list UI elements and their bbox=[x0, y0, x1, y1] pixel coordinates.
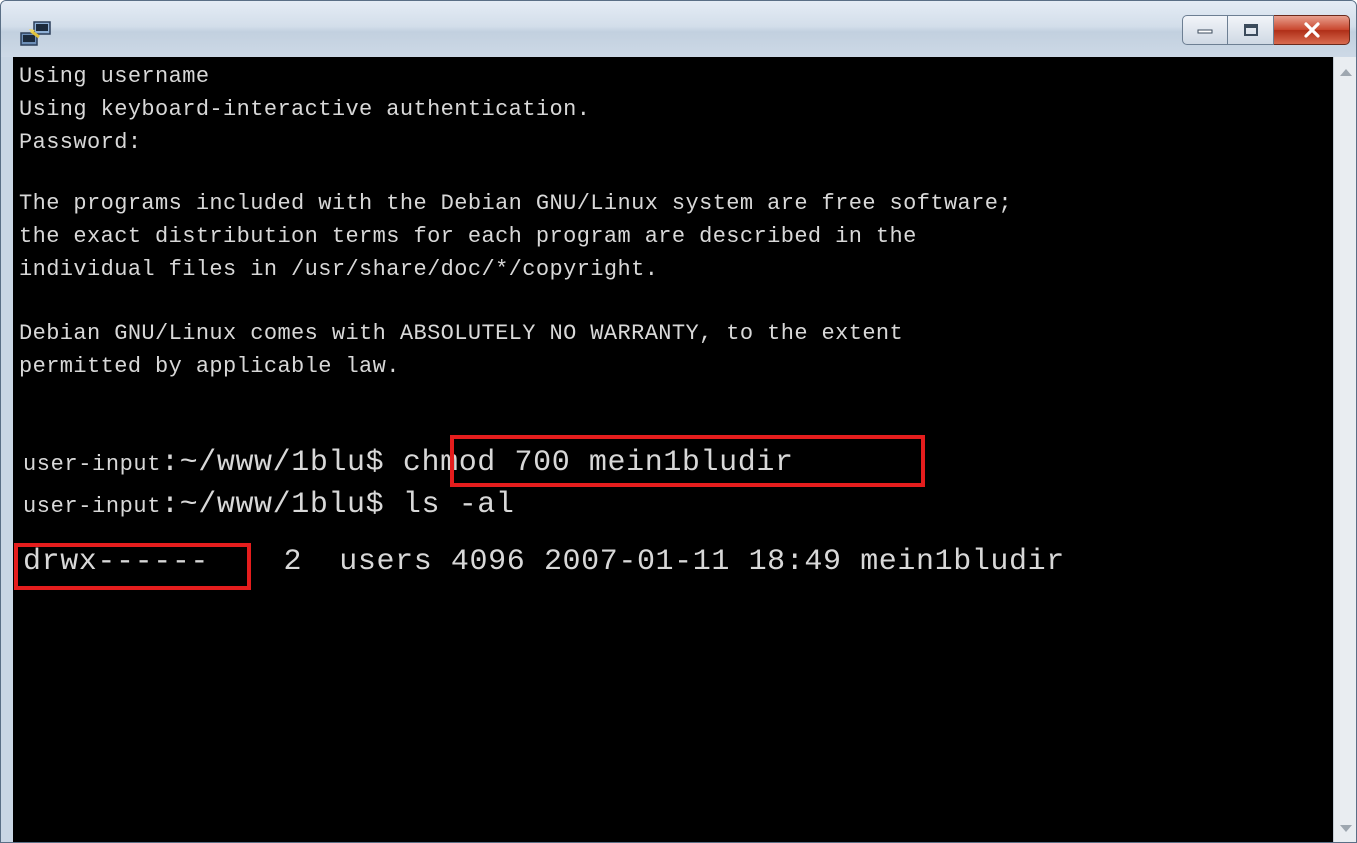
title-bar[interactable] bbox=[1, 1, 1356, 57]
maximize-icon bbox=[1243, 24, 1258, 36]
putty-window: Using username Using keyboard-interactiv… bbox=[0, 0, 1357, 843]
scroll-up-icon[interactable] bbox=[1340, 69, 1352, 76]
listing-size: 4096 bbox=[450, 545, 526, 579]
scroll-down-icon[interactable] bbox=[1340, 825, 1352, 832]
vertical-scrollbar[interactable] bbox=[1333, 57, 1356, 842]
close-icon bbox=[1303, 22, 1320, 38]
prompt-path: :~/www/1blu$ bbox=[161, 488, 385, 522]
listing-links: 2 bbox=[283, 545, 303, 579]
command-ls: ls -al bbox=[402, 488, 515, 522]
listing-date: 2007-01-11 bbox=[543, 545, 730, 579]
permissions-highlight-box bbox=[14, 543, 251, 590]
window-controls bbox=[1182, 15, 1350, 49]
listing-group: users bbox=[339, 545, 433, 579]
prompt-user: user-input bbox=[23, 494, 162, 519]
terminal-line: permitted by applicable law. bbox=[19, 354, 400, 379]
terminal-line: Password: bbox=[19, 130, 142, 155]
terminal-line: The programs included with the Debian GN… bbox=[19, 191, 1012, 216]
listing-name: mein1bludir bbox=[860, 545, 1065, 579]
prompt-path: :~/www/1blu$ bbox=[161, 446, 385, 480]
prompt-user: user-input bbox=[23, 452, 162, 477]
terminal-line: Using username bbox=[19, 64, 210, 89]
prompt-line-ls: user-input:~/www/1blu$ ls -al bbox=[23, 488, 515, 524]
maximize-button[interactable] bbox=[1228, 15, 1274, 45]
minimize-icon bbox=[1197, 29, 1213, 34]
terminal-line: the exact distribution terms for each pr… bbox=[19, 224, 917, 249]
terminal-output[interactable]: Using username Using keyboard-interactiv… bbox=[13, 57, 1333, 842]
listing-time: 18:49 bbox=[748, 545, 842, 579]
close-button[interactable] bbox=[1274, 15, 1350, 45]
terminal-line: Using keyboard-interactive authenticatio… bbox=[19, 97, 591, 122]
terminal-line: individual files in /usr/share/doc/*/cop… bbox=[19, 257, 659, 282]
minimize-button[interactable] bbox=[1182, 15, 1228, 45]
putty-terminal-icon[interactable] bbox=[19, 19, 53, 49]
terminal-line: Debian GNU/Linux comes with ABSOLUTELY N… bbox=[19, 321, 904, 346]
chmod-highlight-box bbox=[450, 435, 925, 487]
